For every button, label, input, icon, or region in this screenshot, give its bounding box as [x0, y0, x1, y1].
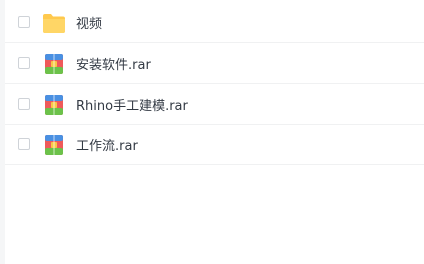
file-name[interactable]: Rhino手工建模.rar	[76, 95, 188, 114]
row-checkbox[interactable]	[18, 138, 30, 150]
row-checkbox[interactable]	[18, 98, 30, 110]
rar-archive-icon	[42, 94, 66, 116]
rar-archive-icon	[42, 53, 66, 75]
folder-icon	[42, 12, 66, 34]
file-row-rar[interactable]: 安装软件.rar	[5, 43, 424, 84]
file-name[interactable]: 视频	[76, 13, 102, 32]
file-row-rar[interactable]: Rhino手工建模.rar	[5, 84, 424, 125]
file-row-rar[interactable]: 工作流.rar	[5, 124, 424, 165]
file-list: 视频 安装软件.rar Rhino手工建模.rar 工作流.rar	[5, 0, 424, 264]
rar-archive-icon	[42, 134, 66, 156]
file-row-folder[interactable]: 视频	[5, 2, 424, 43]
file-name[interactable]: 安装软件.rar	[76, 54, 151, 73]
row-checkbox[interactable]	[18, 57, 30, 69]
file-name[interactable]: 工作流.rar	[76, 135, 138, 154]
row-checkbox[interactable]	[18, 16, 30, 28]
